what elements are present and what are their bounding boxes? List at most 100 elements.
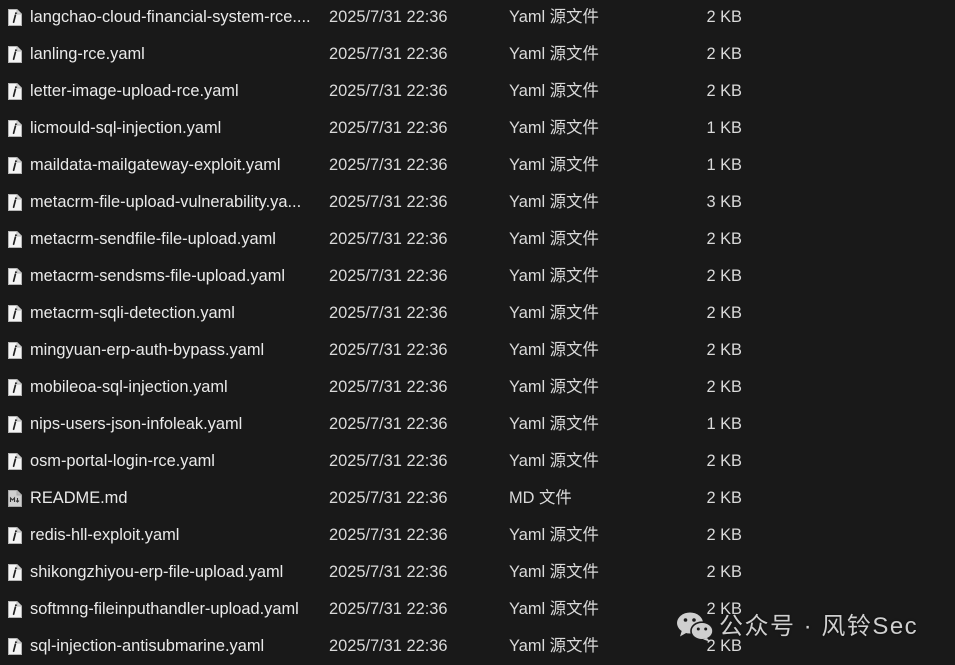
file-size: 2 KB (706, 488, 742, 507)
file-row[interactable]: mobileoa-sql-injection.yaml 2025/7/31 22:… (0, 369, 955, 406)
file-name[interactable]: README.md (30, 480, 320, 517)
yaml-file-icon (8, 304, 22, 322)
file-name[interactable]: redis-hll-exploit.yaml (30, 517, 320, 554)
file-type: Yaml 源文件 (509, 7, 599, 26)
file-type: Yaml 源文件 (509, 192, 599, 211)
file-name[interactable]: metacrm-sqli-detection.yaml (30, 295, 320, 332)
file-date-modified: 2025/7/31 22:36 (329, 525, 448, 544)
file-date-modified: 2025/7/31 22:36 (329, 81, 448, 100)
file-name[interactable]: lanling-rce.yaml (30, 36, 320, 73)
yaml-file-icon (8, 230, 22, 248)
file-size: 2 KB (706, 562, 742, 581)
file-type: Yaml 源文件 (509, 266, 599, 285)
file-date-modified: 2025/7/31 22:36 (329, 414, 448, 433)
file-name[interactable]: letter-image-upload-rce.yaml (30, 73, 320, 110)
file-row[interactable]: osm-portal-login-rce.yaml 2025/7/31 22:36… (0, 443, 955, 480)
yaml-file-icon (8, 8, 22, 26)
file-row[interactable]: metacrm-sendsms-file-upload.yaml 2025/7/3… (0, 258, 955, 295)
yaml-file-icon (8, 637, 22, 655)
file-row[interactable]: licmould-sql-injection.yaml 2025/7/31 22:… (0, 110, 955, 147)
file-name[interactable]: shikongzhiyou-erp-file-upload.yaml (30, 554, 320, 591)
yaml-file-icon (8, 378, 22, 396)
file-date-modified: 2025/7/31 22:36 (329, 303, 448, 322)
file-row[interactable]: README.md 2025/7/31 22:36 MD 文件 2 KB (0, 480, 955, 517)
file-row[interactable]: mingyuan-erp-auth-bypass.yaml 2025/7/31 2… (0, 332, 955, 369)
file-row[interactable]: letter-image-upload-rce.yaml 2025/7/31 22… (0, 73, 955, 110)
file-name[interactable]: metacrm-file-upload-vulnerability.ya... (30, 184, 320, 221)
file-type: Yaml 源文件 (509, 525, 599, 544)
file-date-modified: 2025/7/31 22:36 (329, 192, 448, 211)
file-row[interactable]: metacrm-sqli-detection.yaml 2025/7/31 22:… (0, 295, 955, 332)
yaml-file-icon (8, 452, 22, 470)
yaml-file-icon (8, 193, 22, 211)
file-type: MD 文件 (509, 488, 572, 507)
file-type: Yaml 源文件 (509, 229, 599, 248)
file-name[interactable]: nips-users-json-infoleak.yaml (30, 406, 320, 443)
yaml-file-icon (8, 600, 22, 618)
file-size: 1 KB (706, 118, 742, 137)
file-name[interactable]: metacrm-sendfile-file-upload.yaml (30, 221, 320, 258)
yaml-file-icon (8, 82, 22, 100)
yaml-file-icon (8, 526, 22, 544)
file-type: Yaml 源文件 (509, 340, 599, 359)
file-name[interactable]: licmould-sql-injection.yaml (30, 110, 320, 147)
watermark-text: 公众号 · 风铃Sec (719, 613, 919, 640)
file-row[interactable]: maildata-mailgateway-exploit.yaml 2025/7/… (0, 147, 955, 184)
file-type: Yaml 源文件 (509, 451, 599, 470)
file-type: Yaml 源文件 (509, 303, 599, 322)
file-size: 2 KB (706, 377, 742, 396)
file-size: 2 KB (706, 303, 742, 322)
file-size: 3 KB (706, 192, 742, 211)
file-type: Yaml 源文件 (509, 636, 599, 655)
file-size: 2 KB (706, 81, 742, 100)
file-name[interactable]: metacrm-sendsms-file-upload.yaml (30, 258, 320, 295)
file-date-modified: 2025/7/31 22:36 (329, 599, 448, 618)
file-name[interactable]: mobileoa-sql-injection.yaml (30, 369, 320, 406)
file-type: Yaml 源文件 (509, 155, 599, 174)
file-name[interactable]: osm-portal-login-rce.yaml (30, 443, 320, 480)
yaml-file-icon (8, 563, 22, 581)
file-size: 2 KB (706, 7, 742, 26)
file-date-modified: 2025/7/31 22:36 (329, 636, 448, 655)
file-type: Yaml 源文件 (509, 562, 599, 581)
file-row[interactable]: metacrm-file-upload-vulnerability.ya... 2… (0, 184, 955, 221)
file-date-modified: 2025/7/31 22:36 (329, 118, 448, 137)
file-size: 2 KB (706, 229, 742, 248)
file-name[interactable]: langchao-cloud-financial-system-rce.... (30, 0, 320, 36)
file-name[interactable]: softmng-fileinputhandler-upload.yaml (30, 591, 320, 628)
file-date-modified: 2025/7/31 22:36 (329, 7, 448, 26)
file-row[interactable]: lanling-rce.yaml 2025/7/31 22:36 Yaml 源文件 2… (0, 36, 955, 73)
yaml-file-icon (8, 341, 22, 359)
file-type: Yaml 源文件 (509, 414, 599, 433)
file-name[interactable]: mingyuan-erp-auth-bypass.yaml (30, 332, 320, 369)
file-date-modified: 2025/7/31 22:36 (329, 44, 448, 63)
yaml-file-icon (8, 119, 22, 137)
file-row[interactable]: redis-hll-exploit.yaml 2025/7/31 22:36 Yam… (0, 517, 955, 554)
yaml-file-icon (8, 415, 22, 433)
yaml-file-icon (8, 45, 22, 63)
file-date-modified: 2025/7/31 22:36 (329, 377, 448, 396)
file-type: Yaml 源文件 (509, 44, 599, 63)
file-size: 1 KB (706, 414, 742, 433)
file-list: langchao-cloud-financial-system-rce.... 2… (0, 0, 955, 665)
file-size: 2 KB (706, 44, 742, 63)
file-date-modified: 2025/7/31 22:36 (329, 451, 448, 470)
file-name[interactable]: maildata-mailgateway-exploit.yaml (30, 147, 320, 184)
file-size: 2 KB (706, 525, 742, 544)
markdown-file-icon (8, 489, 22, 507)
file-size: 1 KB (706, 155, 742, 174)
file-date-modified: 2025/7/31 22:36 (329, 155, 448, 174)
file-row[interactable]: shikongzhiyou-erp-file-upload.yaml 2025/7… (0, 554, 955, 591)
file-size: 2 KB (706, 451, 742, 470)
yaml-file-icon (8, 267, 22, 285)
wechat-icon (676, 611, 714, 643)
file-date-modified: 2025/7/31 22:36 (329, 562, 448, 581)
file-name[interactable]: sql-injection-antisubmarine.yaml (30, 628, 320, 665)
yaml-file-icon (8, 156, 22, 174)
file-type: Yaml 源文件 (509, 118, 599, 137)
file-type: Yaml 源文件 (509, 377, 599, 396)
file-row[interactable]: langchao-cloud-financial-system-rce.... 2… (0, 0, 955, 36)
file-size: 2 KB (706, 340, 742, 359)
file-row[interactable]: nips-users-json-infoleak.yaml 2025/7/31 2… (0, 406, 955, 443)
file-row[interactable]: metacrm-sendfile-file-upload.yaml 2025/7/… (0, 221, 955, 258)
